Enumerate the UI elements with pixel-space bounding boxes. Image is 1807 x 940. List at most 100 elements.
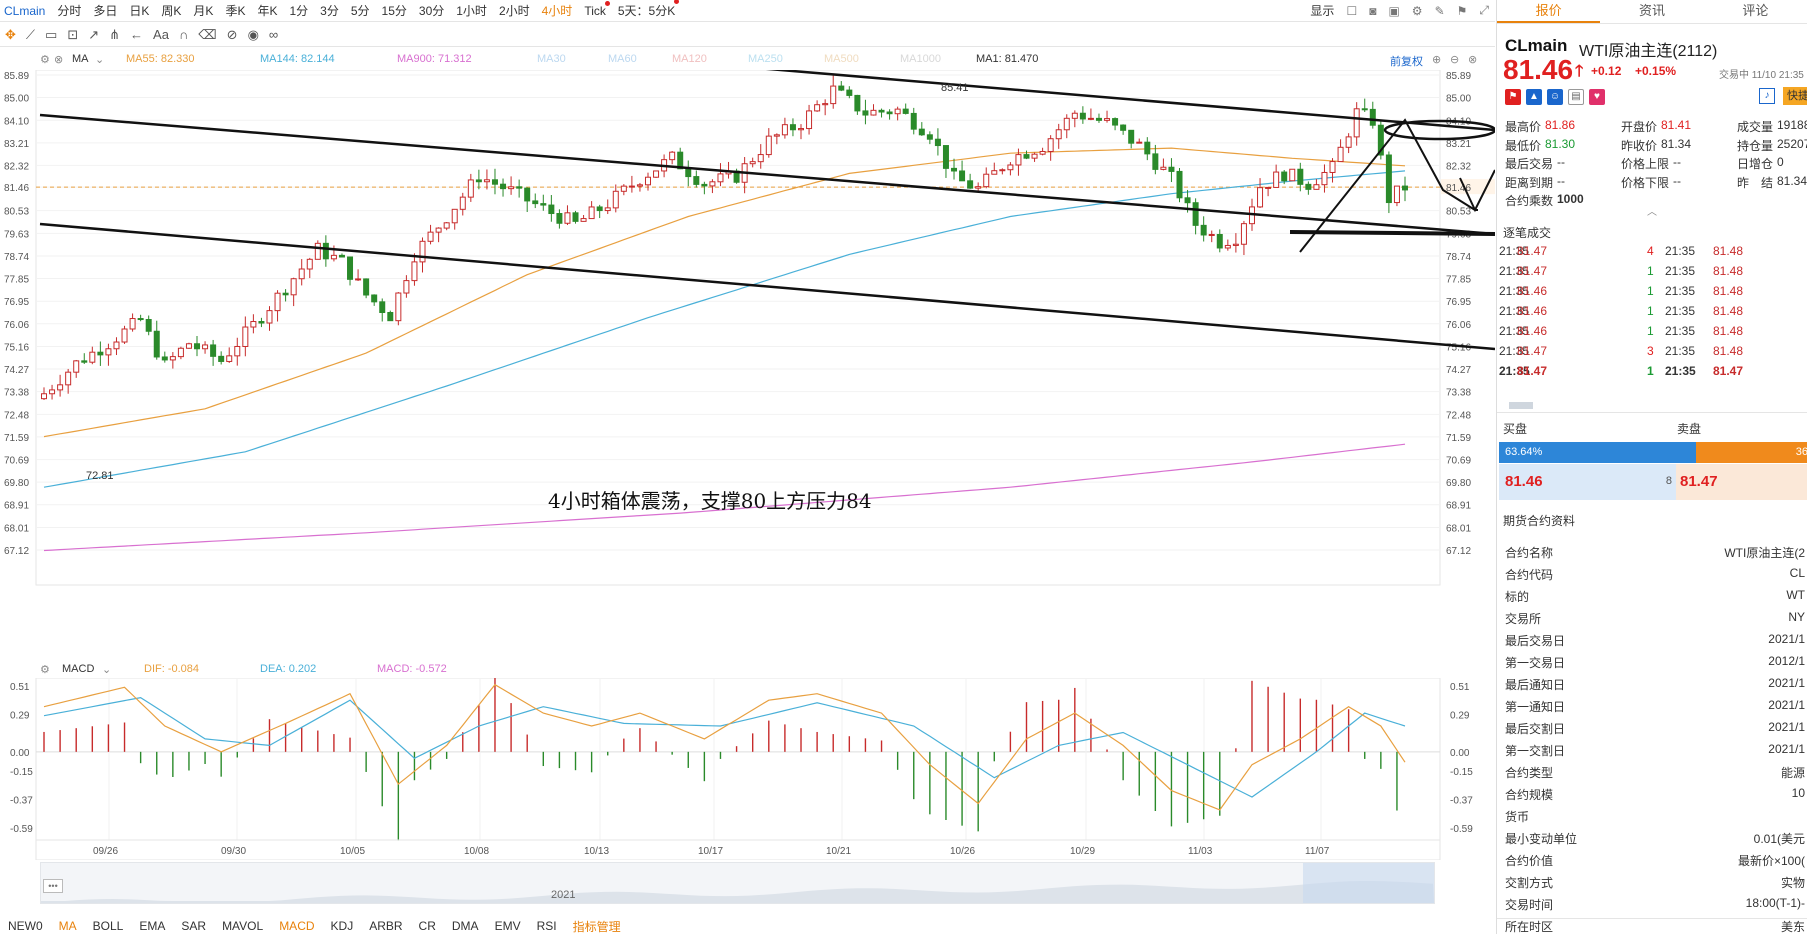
candle-up	[121, 328, 128, 343]
timeframe-0[interactable]: 分时	[51, 2, 87, 19]
chevron-down-icon[interactable]: ⌄	[95, 53, 104, 66]
candle-up	[226, 355, 233, 362]
tab-0[interactable]: 报价	[1497, 0, 1601, 23]
indicator-ma[interactable]: MA	[51, 919, 85, 933]
collapse-icon[interactable]: ︿	[1647, 203, 1657, 218]
indicator-指标管理[interactable]: 指标管理	[565, 918, 629, 935]
display-menu[interactable]: 显示	[1304, 2, 1340, 19]
indicator-dma[interactable]: DMA	[444, 919, 487, 933]
gear-icon[interactable]: ⚙	[1406, 4, 1429, 18]
support-line[interactable]	[1289, 230, 1495, 236]
settings-icon[interactable]: ⚙	[40, 53, 50, 66]
indicator-cr[interactable]: CR	[411, 919, 444, 933]
cursor-icon[interactable]: ✥	[0, 27, 21, 43]
lock-icon[interactable]: ⊘	[222, 27, 243, 43]
draw-icon[interactable]: ⟋	[21, 27, 40, 43]
tab-2[interactable]: 评论	[1704, 0, 1807, 23]
timeframe-5[interactable]: 季K	[219, 2, 251, 19]
timeframe-4[interactable]: 月K	[187, 2, 219, 19]
timeframe-2[interactable]: 日K	[123, 2, 155, 19]
range-navigator[interactable]: ••• 2021	[40, 862, 1435, 904]
candle-down	[1297, 168, 1304, 185]
timeframe-11[interactable]: 30分	[413, 2, 450, 19]
bell-icon[interactable]: ♪	[1759, 88, 1775, 104]
tick-price: 81.48	[1713, 244, 1744, 258]
flag-icon[interactable]: ⚑	[1505, 89, 1521, 105]
timeframe-8[interactable]: 3分	[314, 2, 345, 19]
checkbox-icon[interactable]: ☐	[1340, 4, 1363, 18]
candle-up	[306, 258, 313, 270]
pen-icon[interactable]: ✎	[1429, 4, 1451, 18]
price-tick-left: 70.69	[4, 456, 29, 467]
indicator-kdj[interactable]: KDJ	[323, 919, 362, 933]
arrow-icon[interactable]: ←	[125, 27, 148, 42]
eye-icon[interactable]: ◉	[243, 27, 264, 43]
tick-volume: 4	[1647, 244, 1654, 258]
indicator-new0[interactable]: NEW0	[0, 919, 51, 933]
contract-value: WT	[1786, 588, 1805, 602]
link-icon[interactable]: ∞	[264, 27, 283, 42]
timeframe-12[interactable]: 1小时	[450, 2, 493, 19]
timeframe-7[interactable]: 1分	[283, 2, 314, 19]
candle-up	[814, 104, 821, 112]
indicator-ema[interactable]: EMA	[131, 919, 173, 933]
macd-indicator-name[interactable]: MACD	[62, 663, 94, 675]
eraser-icon[interactable]: ⌫	[193, 27, 221, 43]
close-icon[interactable]: ⊗	[54, 53, 63, 66]
flag-icon[interactable]: ⚑	[1451, 4, 1474, 18]
adjust-button[interactable]: 前复权	[1390, 53, 1423, 69]
rect-icon[interactable]: ▭	[40, 27, 62, 43]
heart-icon[interactable]: ♥	[1589, 89, 1605, 105]
candle-down	[1176, 170, 1183, 199]
tick-volume: 1	[1647, 364, 1654, 378]
indicator-boll[interactable]: BOLL	[85, 919, 132, 933]
indicator-rsi[interactable]: RSI	[529, 919, 565, 933]
measure-icon[interactable]: ⊡	[62, 27, 83, 43]
timeframe-13[interactable]: 2小时	[493, 2, 536, 19]
people-icon[interactable]: ☺	[1547, 89, 1563, 105]
ma-indicator-name[interactable]: MA	[72, 53, 89, 65]
indicator-emv[interactable]: EMV	[487, 919, 529, 933]
candle-up	[1160, 166, 1167, 170]
camera-icon[interactable]: ◙	[1363, 4, 1382, 18]
quick-order-button[interactable]: 快捷	[1783, 87, 1807, 105]
timeframe-6[interactable]: 年K	[251, 2, 283, 19]
indicator-macd[interactable]: MACD	[271, 919, 322, 933]
bid-box[interactable]: 81.46 8	[1499, 464, 1676, 500]
close-icon[interactable]: ⊗	[1468, 53, 1477, 66]
fib-icon[interactable]: ⋔	[104, 27, 125, 43]
trend-icon[interactable]: ↗	[83, 27, 104, 43]
ask-box[interactable]: 81.47	[1676, 464, 1807, 500]
magnet-icon[interactable]: ∩	[174, 27, 193, 42]
indicator-mavol[interactable]: MAVOL	[214, 919, 271, 933]
scroll-thumb[interactable]	[1509, 402, 1533, 409]
timeframe-14[interactable]: 4小时	[536, 2, 579, 19]
timeframe-1[interactable]: 多日	[87, 2, 123, 19]
chevron-down-icon[interactable]: ⌄	[102, 663, 111, 676]
timeframe-3[interactable]: 周K	[155, 2, 187, 19]
image-icon[interactable]: ▣	[1382, 4, 1405, 18]
timeframe-10[interactable]: 15分	[376, 2, 413, 19]
macd-tick-right: 0.29	[1450, 710, 1470, 721]
text-icon[interactable]: Aa	[148, 27, 174, 42]
indicator-sar[interactable]: SAR	[173, 919, 214, 933]
timeframe-16[interactable]: 5天：5分K	[612, 0, 681, 19]
symbol-selector[interactable]: CLmain	[0, 4, 51, 18]
settings-icon[interactable]: ⚙	[40, 663, 50, 676]
candle-up	[57, 384, 64, 391]
indicator-arbr[interactable]: ARBR	[361, 919, 410, 933]
tab-1[interactable]: 资讯	[1600, 0, 1703, 23]
candle-up	[129, 318, 136, 330]
zoom-in-icon[interactable]: ⊕	[1432, 53, 1441, 66]
zoom-out-icon[interactable]: ⊖	[1450, 53, 1459, 66]
candle-up	[451, 208, 458, 224]
price-chart[interactable]: 85.89 85.00 84.10 83.21 82.32 81.46 80.53 79.63…	[0, 70, 1495, 660]
macd-chart[interactable]: 0.51 0.29 0.00 -0.15 -0.37 -0.59 0.51 0.29 0.00…	[0, 678, 1495, 860]
contract-key: 最后交易日	[1505, 634, 1566, 648]
quote-name: WTI原油主连(2112)	[1579, 43, 1718, 60]
timeframe-9[interactable]: 5分	[345, 2, 376, 19]
warning-icon[interactable]: ▲	[1526, 89, 1542, 105]
timeframe-15[interactable]: Tick	[578, 0, 612, 18]
expand-icon[interactable]: ⤢	[1473, 3, 1495, 18]
note-icon[interactable]: ▤	[1568, 89, 1584, 105]
